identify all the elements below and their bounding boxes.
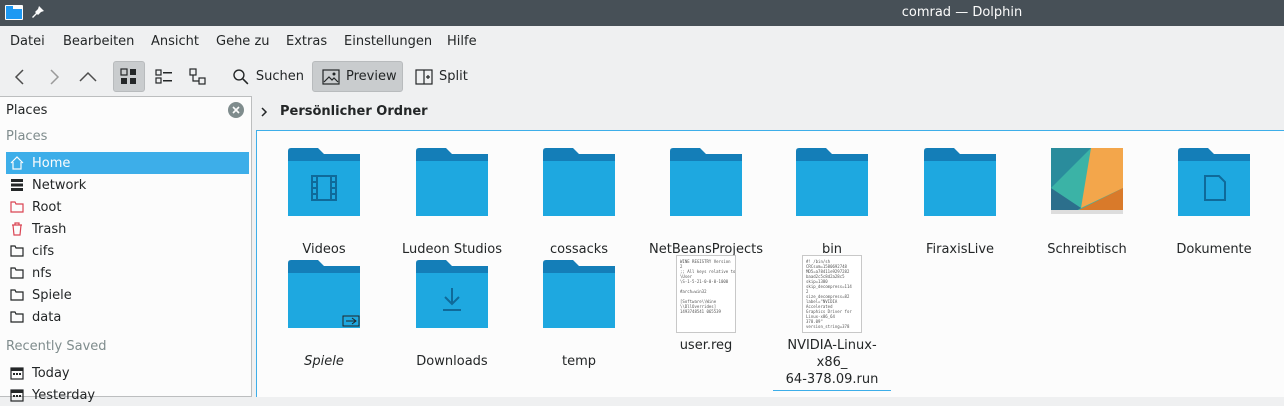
breadcrumb-current[interactable]: Persönlicher Ordner bbox=[280, 104, 428, 119]
folder-icon bbox=[543, 148, 615, 216]
videos-folder-icon bbox=[288, 148, 360, 216]
places-panel-title: Places bbox=[6, 103, 48, 118]
menu-einstellungen[interactable]: Einstellungen bbox=[344, 34, 432, 49]
place-item-label: data bbox=[32, 309, 62, 325]
chevron-left-icon bbox=[14, 68, 24, 85]
menu-datei[interactable]: Datei bbox=[10, 34, 45, 49]
place-item-label: Network bbox=[32, 177, 87, 193]
folder-icon bbox=[416, 148, 488, 216]
back-button[interactable] bbox=[8, 61, 32, 92]
recent-item-label: Today bbox=[32, 365, 70, 381]
split-button-label: Split bbox=[439, 69, 468, 84]
forward-button[interactable] bbox=[42, 61, 66, 92]
compact-view-button[interactable] bbox=[150, 61, 178, 92]
compact-view-icon bbox=[155, 68, 172, 84]
place-item-trash[interactable]: Trash bbox=[6, 218, 249, 240]
file-name: Spiele bbox=[304, 354, 344, 369]
place-item-label: nfs bbox=[32, 265, 52, 281]
place-item-home[interactable]: Home bbox=[6, 152, 249, 174]
toolbar: Suchen Preview Split bbox=[0, 58, 1284, 96]
folder-link-icon bbox=[288, 260, 360, 328]
search-button-label: Suchen bbox=[255, 69, 304, 84]
places-panel: Places Places Home Network Root Trash ci… bbox=[0, 96, 252, 403]
file-name: user.reg bbox=[679, 338, 733, 353]
place-item-data[interactable]: data bbox=[6, 306, 249, 328]
place-item-label: Spiele bbox=[32, 287, 72, 303]
recent-item-label: Yesterday bbox=[32, 387, 96, 403]
file-name: FiraxisLive bbox=[925, 242, 995, 257]
close-icon bbox=[232, 106, 240, 114]
place-item-label: Trash bbox=[32, 221, 67, 237]
place-item-nfs[interactable]: nfs bbox=[6, 262, 249, 284]
split-view-icon bbox=[415, 68, 433, 85]
search-icon bbox=[233, 68, 249, 85]
folder-icon bbox=[10, 267, 24, 279]
close-panel-button[interactable] bbox=[228, 102, 244, 118]
script-file-preview: #! /bin/sh CRCsum=1580692748 MD5=a78411e… bbox=[802, 255, 862, 333]
place-item-root[interactable]: Root bbox=[6, 196, 249, 218]
tree-view-icon bbox=[189, 67, 206, 85]
up-button[interactable] bbox=[76, 61, 100, 92]
place-item-label: Root bbox=[32, 199, 62, 215]
preview-button[interactable]: Preview bbox=[312, 61, 403, 92]
calendar-icon bbox=[10, 367, 24, 380]
title-bar[interactable]: comrad — Dolphin bbox=[0, 0, 1284, 26]
icons-view-button[interactable] bbox=[113, 61, 145, 92]
search-button[interactable]: Suchen bbox=[228, 61, 304, 92]
folder-icon bbox=[10, 245, 24, 257]
folder-icon bbox=[924, 148, 996, 216]
file-name: Downloads bbox=[416, 354, 488, 369]
place-item-spiele[interactable]: Spiele bbox=[6, 284, 249, 306]
text-file-preview: WINE REGISTRY Version 2 ;; All keys rela… bbox=[676, 255, 736, 333]
place-item-label: cifs bbox=[32, 243, 55, 259]
desktop-folder-thumbnail bbox=[1051, 148, 1123, 214]
chevron-up-icon bbox=[79, 71, 97, 82]
downloads-folder-icon bbox=[416, 260, 488, 328]
place-item-network[interactable]: Network bbox=[6, 174, 249, 196]
file-name: Dokumente bbox=[1176, 242, 1252, 257]
file-name: Ludeon Studios bbox=[401, 242, 502, 257]
folder-icon bbox=[10, 311, 24, 323]
root-folder-icon bbox=[10, 201, 24, 213]
folder-icon bbox=[10, 289, 24, 301]
file-name: cossacks bbox=[549, 242, 609, 257]
chevron-right-icon bbox=[50, 68, 60, 85]
image-preview-icon bbox=[322, 68, 340, 85]
folder-icon bbox=[670, 148, 742, 216]
menu-bearbeiten[interactable]: Bearbeiten bbox=[63, 34, 134, 49]
folder-icon bbox=[543, 260, 615, 328]
folder-icon bbox=[796, 148, 868, 216]
trash-icon bbox=[12, 222, 22, 236]
file-name: Videos bbox=[302, 242, 346, 257]
grid-view-icon bbox=[120, 67, 136, 84]
menu-gehe-zu[interactable]: Gehe zu bbox=[216, 34, 270, 49]
file-view[interactable]: Videos Ludeon Studios cossacks NetBeansP… bbox=[256, 130, 1284, 397]
split-button[interactable]: Split bbox=[410, 61, 476, 92]
home-icon bbox=[10, 156, 24, 170]
menu-bar: Datei Bearbeiten Ansicht Gehe zu Extras … bbox=[0, 26, 1284, 58]
place-item-label: Home bbox=[32, 155, 71, 171]
file-name: Schreibtisch bbox=[1047, 242, 1127, 257]
chevron-right-icon[interactable] bbox=[259, 106, 269, 118]
place-item-cifs[interactable]: cifs bbox=[6, 240, 249, 262]
documents-folder-icon bbox=[1178, 148, 1250, 216]
file-name: temp bbox=[561, 354, 596, 369]
menu-extras[interactable]: Extras bbox=[286, 34, 327, 49]
recent-item-today[interactable]: Today bbox=[6, 362, 249, 384]
recent-item-yesterday[interactable]: Yesterday bbox=[6, 384, 249, 406]
file-name: NVIDIA-Linux-x86_ 64-378.09.run bbox=[773, 337, 891, 391]
details-view-button[interactable] bbox=[184, 61, 212, 92]
places-section-label: Places bbox=[6, 129, 48, 144]
menu-ansicht[interactable]: Ansicht bbox=[151, 34, 199, 49]
menu-hilfe[interactable]: Hilfe bbox=[447, 34, 477, 49]
window-title: comrad — Dolphin bbox=[901, 5, 1023, 20]
preview-button-label: Preview bbox=[346, 69, 397, 84]
calendar-icon bbox=[10, 389, 24, 402]
breadcrumb: Persönlicher Ordner bbox=[252, 96, 1284, 130]
network-icon bbox=[11, 179, 23, 191]
recently-saved-section-label: Recently Saved bbox=[6, 339, 107, 354]
